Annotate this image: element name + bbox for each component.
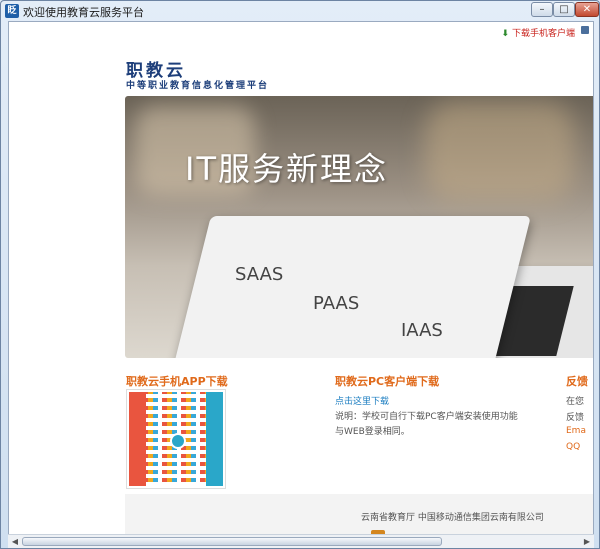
app-download-title: 职教云手机APP下载 [126, 375, 228, 388]
title-bar[interactable]: 眨 欢迎使用教育云服务平台 – □ ✕ [1, 1, 599, 21]
pin-icon[interactable] [581, 26, 589, 34]
banner-headline: IT服务新理念 [185, 150, 388, 188]
banner-bg-blur [425, 101, 575, 201]
banner-item-paas: PAAS [313, 293, 360, 314]
brand-tagline: 中等职业教育信息化管理平台 [126, 81, 270, 91]
maximize-button[interactable]: □ [553, 2, 575, 17]
qr-code-image [127, 390, 225, 488]
scrollbar-thumb[interactable] [22, 537, 442, 546]
hero-banner: IT服务新理念 SAAS PAAS IAAS [125, 96, 593, 358]
feedback-text: 反馈 [566, 413, 585, 423]
download-mobile-client-link[interactable]: ⬇ 下载手机客户端 [501, 26, 575, 39]
feedback-text: 在您 [566, 397, 585, 407]
footer: 云南省教育厅 中国移动通信集团云南有限公司 [125, 494, 593, 535]
footer-orgs: 云南省教育厅 中国移动通信集团云南有限公司 [361, 513, 544, 523]
scroll-left-icon[interactable]: ◀ [9, 536, 21, 547]
window-title: 欢迎使用教育云服务平台 [23, 6, 144, 19]
banner-item-saas: SAAS [235, 264, 284, 285]
pc-download-title: 职教云PC客户端下载 [335, 375, 440, 388]
pc-download-description: 说明：学校可自行下载PC客户端安装使用功能与WEB登录相同。 [335, 412, 518, 437]
pc-download-link[interactable]: 点击这里下载 [335, 394, 389, 407]
minimize-button[interactable]: – [531, 2, 553, 17]
feedback-email-link[interactable]: Ema [566, 426, 586, 436]
scroll-right-icon[interactable]: ▶ [581, 536, 593, 547]
download-link-label: 下载手机客户端 [511, 29, 575, 39]
app-window: 眨 欢迎使用教育云服务平台 – □ ✕ ⬇ 下载手机客户端 职教云 中等职业教育信… [0, 0, 600, 549]
top-toolbar: ⬇ 下载手机客户端 [9, 22, 593, 40]
qr-center-logo-icon [170, 433, 186, 449]
laptop-illustration [171, 216, 531, 358]
banner-item-iaas: IAAS [401, 320, 443, 341]
content-area: ⬇ 下载手机客户端 职教云 中等职业教育信息化管理平台 IT服务新理念 SAAS … [8, 21, 594, 536]
feedback-title: 反馈 [566, 375, 588, 388]
app-icon: 眨 [5, 4, 19, 18]
feedback-qq-link[interactable]: QQ [566, 442, 580, 452]
download-arrow-icon: ⬇ [501, 29, 509, 39]
close-button[interactable]: ✕ [575, 2, 599, 17]
horizontal-scrollbar[interactable]: ◀ ▶ [8, 534, 594, 548]
